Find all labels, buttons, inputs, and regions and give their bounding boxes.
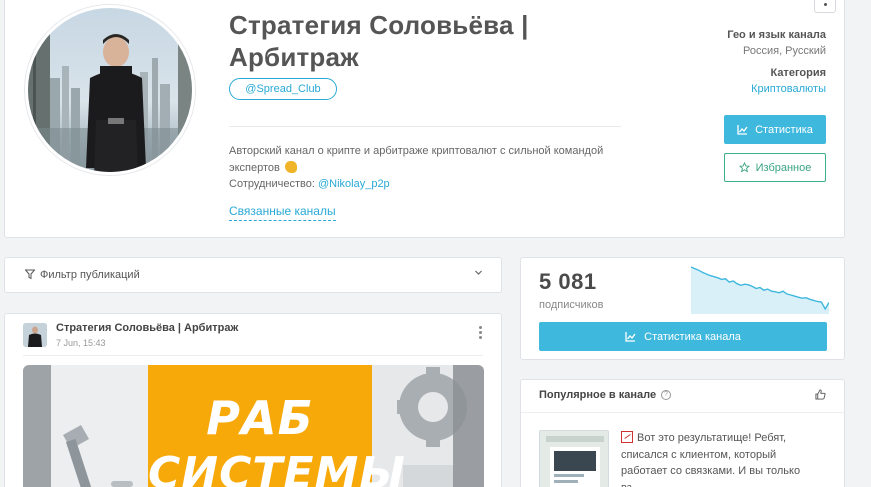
popular-title: Популярное в канале: [539, 389, 657, 401]
question-circle-icon[interactable]: ?: [661, 390, 671, 400]
dot-icon: [824, 3, 827, 6]
subscribers-count: 5 081: [539, 269, 597, 294]
post-date: 7 Jun, 15:43: [56, 338, 106, 348]
muscle-emoji-icon: [284, 160, 297, 173]
geo-language-value: Россия, Русский: [743, 45, 826, 57]
chevron-down-icon: [475, 270, 482, 275]
subscribers-sparkline: [691, 266, 829, 314]
post-channel-name[interactable]: Стратегия Соловьёва | Арбитраж: [56, 322, 238, 334]
statistics-button-label: Статистика: [755, 123, 813, 136]
filter-label: Фильтр публикаций: [40, 269, 140, 281]
post-image-text-line2: СИСТЕМЫ: [148, 448, 406, 487]
popular-in-channel-card: Популярное в канале ? Вот это результати…: [520, 379, 845, 487]
post-card: Стратегия Соловьёва | Арбитраж 7 Jun, 15…: [4, 313, 502, 487]
publication-filter-dropdown[interactable]: Фильтр публикаций: [4, 257, 502, 293]
popular-post-text: Вот это результатище! Ребят, списался с …: [621, 432, 801, 487]
popular-post-preview[interactable]: Вот это результатище! Ребят, списался с …: [621, 430, 821, 487]
post-channel-avatar: [23, 323, 47, 347]
chart-emoji-icon: [621, 431, 633, 443]
divider: [23, 355, 483, 356]
chart-line-icon: [737, 124, 748, 135]
channel-title: Стратегия Соловьёва | Арбитраж: [229, 10, 529, 72]
category-label: Категория: [770, 67, 826, 79]
subscribers-stats-card: 5 081 подписчиков Статистика канала: [520, 257, 845, 360]
thumbs-up-icon[interactable]: [815, 389, 826, 400]
post-image-text-line1: РАБ: [206, 391, 314, 445]
funnel-icon: [25, 269, 35, 280]
favorites-button[interactable]: Избранное: [724, 153, 826, 182]
popular-post-thumbnail[interactable]: [539, 430, 609, 487]
subscribers-label: подписчиков: [539, 299, 604, 311]
cooperation-label: Сотрудничество:: [229, 178, 315, 190]
divider: [229, 126, 621, 127]
more-options-button[interactable]: [814, 0, 836, 13]
kebab-menu-icon[interactable]: [479, 326, 483, 341]
divider: [521, 412, 844, 413]
cooperation-contact-link[interactable]: @Nikolay_p2p: [318, 178, 390, 190]
channel-statistics-button[interactable]: Статистика канала: [539, 322, 827, 351]
channel-statistics-button-label: Статистика канала: [644, 330, 741, 343]
chart-line-icon: [625, 331, 636, 342]
channel-username-badge[interactable]: @Spread_Club: [229, 78, 337, 100]
star-icon: [738, 162, 750, 173]
statistics-button[interactable]: Статистика: [724, 115, 826, 144]
sparkline-area: [691, 267, 829, 314]
channel-description-block: Авторский канал о крипте и арбитраже кри…: [229, 143, 609, 193]
channel-avatar: [25, 5, 195, 175]
geo-language-label: Гео и язык канала: [727, 29, 826, 41]
related-channels-link[interactable]: Связанные каналы: [229, 204, 336, 221]
post-image[interactable]: РАБ СИСТЕМЫ: [23, 365, 484, 487]
category-link[interactable]: Криптовалюты: [751, 83, 826, 95]
favorites-button-label: Избранное: [755, 161, 812, 174]
channel-header-card: Стратегия Соловьёва | Арбитраж @Spread_C…: [4, 0, 845, 238]
